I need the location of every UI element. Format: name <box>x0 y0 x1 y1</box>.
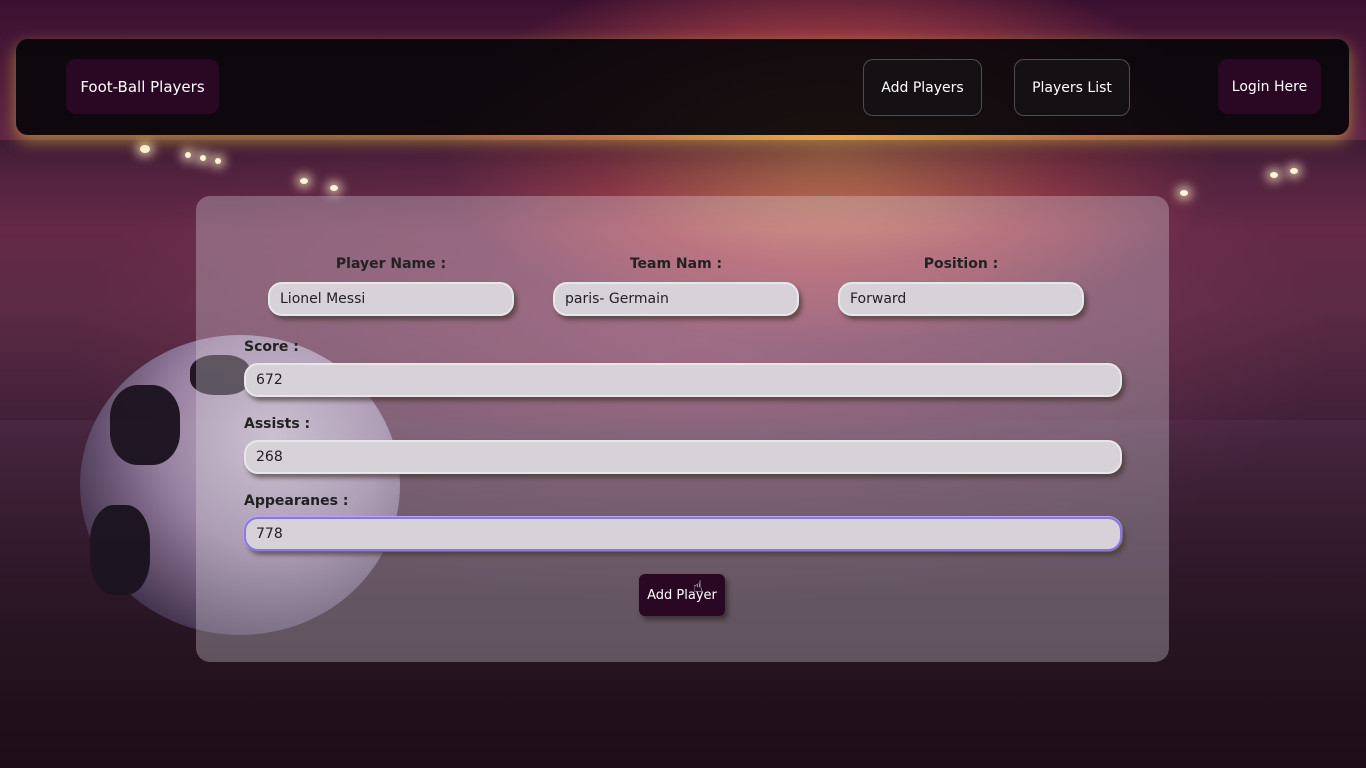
assists-input[interactable] <box>244 440 1122 474</box>
assists-label: Assists : <box>244 416 311 432</box>
team-name-input[interactable] <box>553 282 799 316</box>
player-name-input[interactable] <box>268 282 514 316</box>
nav-add-players-button[interactable]: Add Players <box>863 59 982 116</box>
login-button[interactable]: Login Here <box>1218 59 1321 114</box>
position-label: Position : <box>923 256 999 272</box>
score-input[interactable] <box>244 363 1122 397</box>
appearances-label: Appearanes : <box>244 493 349 509</box>
team-name-label: Team Nam : <box>629 256 723 272</box>
appearances-input[interactable] <box>244 517 1122 551</box>
navbar: Foot-Ball Players Add Players Players Li… <box>16 39 1349 135</box>
team-name-group: Team Nam : <box>553 256 799 316</box>
nav-players-list-button[interactable]: Players List <box>1014 59 1130 116</box>
score-label: Score : <box>244 339 299 355</box>
score-group: Score : <box>244 339 1122 397</box>
brand-logo[interactable]: Foot-Ball Players <box>66 59 219 114</box>
add-player-form: Player Name : Team Nam : Position : Scor… <box>196 196 1169 662</box>
position-input[interactable] <box>838 282 1084 316</box>
player-name-group: Player Name : <box>268 256 514 316</box>
assists-group: Assists : <box>244 416 1122 474</box>
hand-pointer-icon: ☝ <box>693 577 703 596</box>
add-player-button[interactable]: Add Player <box>639 574 725 616</box>
appearances-group: Appearanes : <box>244 493 1122 551</box>
player-name-label: Player Name : <box>335 256 447 272</box>
position-group: Position : <box>838 256 1084 316</box>
